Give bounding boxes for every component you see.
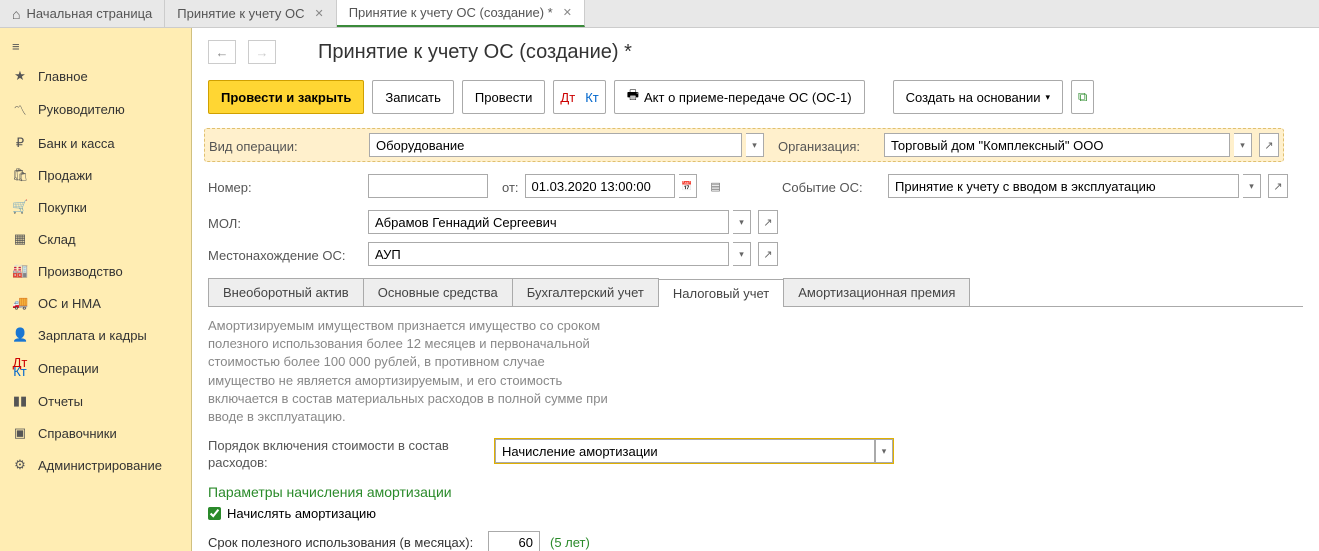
act-button[interactable]: 🖶Акт о приеме-передаче ОС (ОС-1) <box>614 80 865 114</box>
op-type-field[interactable] <box>369 133 742 157</box>
list-icon[interactable]: ▤ <box>706 174 726 198</box>
back-button[interactable]: ← <box>208 40 236 64</box>
tab-tax[interactable]: Налоговый учет <box>658 279 784 307</box>
factory-icon: 🏭 <box>12 263 28 279</box>
accrue-checkbox[interactable] <box>208 507 221 520</box>
save-button[interactable]: Записать <box>372 80 454 114</box>
dropdown-icon[interactable]: ▾ <box>875 439 893 463</box>
tab-bonus[interactable]: Амортизационная премия <box>783 278 970 306</box>
number-field[interactable] <box>368 174 488 198</box>
ruble-icon: ₽ <box>12 135 28 151</box>
dropdown-icon[interactable]: ▾ <box>733 210 751 234</box>
org-field[interactable] <box>884 133 1230 157</box>
barchart-icon: ▮▮ <box>12 393 28 409</box>
bag-icon: 🛍 <box>12 167 28 183</box>
close-icon[interactable]: ✕ <box>314 7 323 20</box>
mol-field[interactable] <box>368 210 729 234</box>
tab-noncurrent[interactable]: Внеоборотный актив <box>208 278 364 306</box>
tab-fixed-assets[interactable]: Основные средства <box>363 278 513 306</box>
useful-life-note: (5 лет) <box>550 535 590 550</box>
open-icon[interactable]: ↗ <box>758 242 778 266</box>
open-icon[interactable]: ↗ <box>758 210 778 234</box>
useful-life-label: Срок полезного использования (в месяцах)… <box>208 535 478 550</box>
org-label: Организация: <box>774 136 874 154</box>
create-based-on-button[interactable]: Создать на основании ▾ <box>893 80 1063 114</box>
forward-button[interactable]: → <box>248 40 276 64</box>
event-field[interactable] <box>888 174 1239 198</box>
sidebar-item-purchases[interactable]: 🛒Покупки <box>0 191 191 223</box>
sidebar-item-main[interactable]: ★Главное <box>0 60 191 92</box>
location-field[interactable] <box>368 242 729 266</box>
cart-icon: 🛒 <box>12 199 28 215</box>
tab-home[interactable]: ⌂ Начальная страница <box>0 0 165 27</box>
tax-info-text: Амортизируемым имуществом признается иму… <box>208 317 608 426</box>
dtct-icon: ДтКт <box>12 359 28 377</box>
sidebar-item-reports[interactable]: ▮▮Отчеты <box>0 385 191 417</box>
dropdown-icon[interactable]: ▾ <box>733 242 751 266</box>
tab-accounting[interactable]: Бухгалтерский учет <box>512 278 659 306</box>
star-icon: ★ <box>12 68 28 84</box>
from-label: от: <box>502 177 519 195</box>
sidebar-item-operations[interactable]: ДтКтОперации <box>0 351 191 385</box>
tab-home-label: Начальная страница <box>26 6 152 21</box>
number-label: Номер: <box>208 177 358 195</box>
attach-button[interactable]: ⧉ <box>1071 80 1094 114</box>
person-icon: 👤 <box>12 327 28 343</box>
tab-doc2[interactable]: Принятие к учету ОС (создание) * ✕ <box>337 0 585 27</box>
main-content: ← → Принятие к учету ОС (создание) * Про… <box>192 28 1319 551</box>
sidebar-item-sales[interactable]: 🛍Продажи <box>0 159 191 191</box>
accrue-label: Начислять амортизацию <box>227 506 376 521</box>
menu-toggle[interactable]: ≡ <box>0 33 191 60</box>
sidebar-item-warehouse[interactable]: ▦Склад <box>0 223 191 255</box>
chart-icon: 〽 <box>12 100 28 119</box>
useful-life-field[interactable] <box>488 531 540 551</box>
mol-label: МОЛ: <box>208 213 358 231</box>
calendar-icon[interactable]: 📅 <box>679 174 697 198</box>
event-label: Событие ОС: <box>778 177 878 195</box>
dropdown-icon[interactable]: ▾ <box>1243 174 1261 198</box>
truck-icon: 🚚 <box>12 295 28 311</box>
op-type-label: Вид операции: <box>209 136 359 154</box>
page-title: Принятие к учету ОС (создание) * <box>318 41 632 64</box>
tabs: Внеоборотный актив Основные средства Бух… <box>208 278 1303 307</box>
dropdown-icon[interactable]: ▾ <box>1234 133 1252 157</box>
top-tabs: ⌂ Начальная страница Принятие к учету ОС… <box>0 0 1319 28</box>
amort-section-title: Параметры начисления амортизации <box>208 484 1303 500</box>
order-label: Порядок включения стоимости в состав рас… <box>208 438 478 472</box>
close-icon[interactable]: ✕ <box>563 6 572 19</box>
home-icon: ⌂ <box>12 6 20 22</box>
sidebar-item-bank[interactable]: ₽Банк и касса <box>0 127 191 159</box>
toolbar: Провести и закрыть Записать Провести ДтК… <box>208 80 1303 114</box>
sidebar-item-salary[interactable]: 👤Зарплата и кадры <box>0 319 191 351</box>
location-label: Местонахождение ОС: <box>208 245 358 263</box>
sidebar: ≡ ★Главное 〽Руководителю ₽Банк и касса 🛍… <box>0 28 192 551</box>
sidebar-item-admin[interactable]: ⚙Администрирование <box>0 449 191 481</box>
sidebar-item-manager[interactable]: 〽Руководителю <box>0 92 191 127</box>
post-and-close-button[interactable]: Провести и закрыть <box>208 80 364 114</box>
open-icon[interactable]: ↗ <box>1259 133 1279 157</box>
post-button[interactable]: Провести <box>462 80 546 114</box>
books-icon: ▣ <box>12 425 28 441</box>
print-icon: 🖶 <box>627 86 639 108</box>
dropdown-icon[interactable]: ▾ <box>746 133 764 157</box>
grid-icon: ▦ <box>12 231 28 247</box>
date-field[interactable] <box>525 174 675 198</box>
gear-icon: ⚙ <box>12 457 28 473</box>
open-icon[interactable]: ↗ <box>1268 174 1288 198</box>
order-field[interactable] <box>495 439 875 463</box>
sidebar-item-assets[interactable]: 🚚ОС и НМА <box>0 287 191 319</box>
sidebar-item-catalogs[interactable]: ▣Справочники <box>0 417 191 449</box>
tab-doc2-label: Принятие к учету ОС (создание) * <box>349 5 553 20</box>
tab-doc1[interactable]: Принятие к учету ОС ✕ <box>165 0 336 27</box>
dtct-button[interactable]: ДтКт <box>553 80 605 114</box>
sidebar-item-production[interactable]: 🏭Производство <box>0 255 191 287</box>
tab-doc1-label: Принятие к учету ОС <box>177 6 304 21</box>
